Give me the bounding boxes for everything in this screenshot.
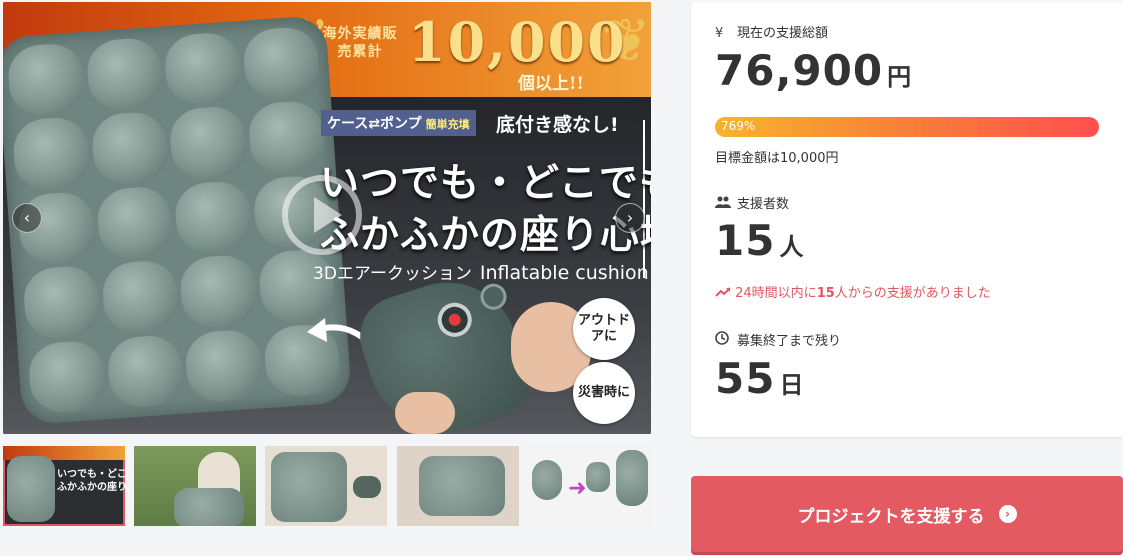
outdoor-badge: アウトドアに [573, 298, 635, 360]
feature-chip: ケース⇄ポンプ 簡単充填 [321, 110, 476, 136]
supporters-count: 15 人 [715, 216, 805, 265]
remaining-label: 募集終了まで残り [715, 330, 841, 349]
feature-tag: ケース⇄ポンプ 簡単充填 底付き感なし! [321, 110, 619, 136]
gallery-next-button[interactable]: › [615, 203, 645, 233]
product-subtitle: 3Dエアークッション Inflatable cushion [313, 262, 649, 284]
funding-stats-card: ¥ 現在の支援総額 76,900 円 769% 目標金額は10,000円 支援者数 … [691, 2, 1123, 437]
funding-progress-bar: 769% [715, 117, 1099, 137]
main-gallery-image[interactable]: ❦ ❦ 海外実績販売累計 10,000 個以上!! ケース⇄ポンプ簡単充填 底付… [3, 2, 651, 434]
catchphrase-line1: いつでも・どこでも [320, 161, 651, 206]
gallery-prev-button[interactable]: ‹ [12, 203, 42, 233]
total-amount-label: ¥ 現在の支援総額 [715, 26, 829, 41]
thumbnail-strip: いつでも・どこでもふかふかの座り心地 ➜ [3, 446, 651, 526]
sales-label: 海外実績販売累計 [322, 26, 398, 60]
yen-icon: ¥ [715, 26, 724, 41]
sales-unit: 個以上!! [518, 74, 584, 94]
goal-amount: 目標金額は10,000円 [715, 151, 839, 166]
progress-percent: 769% [721, 119, 756, 133]
supporters-label: 支援者数 [715, 193, 789, 212]
sales-number: 10,000 [408, 10, 627, 74]
arrow-right-icon: › [998, 505, 1017, 523]
catchphrase-line2: ふかふかの座り心地 [320, 213, 651, 258]
play-video-icon[interactable] [282, 175, 362, 255]
thumbnail-3[interactable] [265, 446, 387, 526]
thumbnail-1-text: いつでも・どこでもふかふかの座り心地 [57, 469, 125, 493]
clock-icon [715, 331, 731, 349]
hand-image-2 [395, 392, 455, 434]
thumbnail-5[interactable]: ➜ [528, 446, 651, 526]
total-amount: 76,900 円 [715, 46, 913, 95]
thumbnail-4[interactable] [397, 446, 519, 526]
people-icon [715, 196, 731, 212]
remaining-days: 55 日 [715, 354, 805, 403]
disaster-badge: 災害時に [573, 362, 635, 424]
feature-side-text: 底付き感なし! [496, 114, 619, 136]
arrow-icon: ➜ [568, 476, 587, 501]
recent-support-notice: 24時間以内に15人からの支援がありました [715, 282, 991, 301]
thumbnail-1[interactable]: いつでも・どこでもふかふかの座り心地 [3, 446, 125, 526]
trending-up-icon [715, 286, 735, 301]
support-project-button[interactable]: プロジェクトを支援する › [691, 476, 1123, 552]
thumbnail-2[interactable] [134, 446, 256, 526]
project-page: ❦ ❦ 海外実績販売累計 10,000 個以上!! ケース⇄ポンプ簡単充填 底付… [0, 0, 1123, 556]
